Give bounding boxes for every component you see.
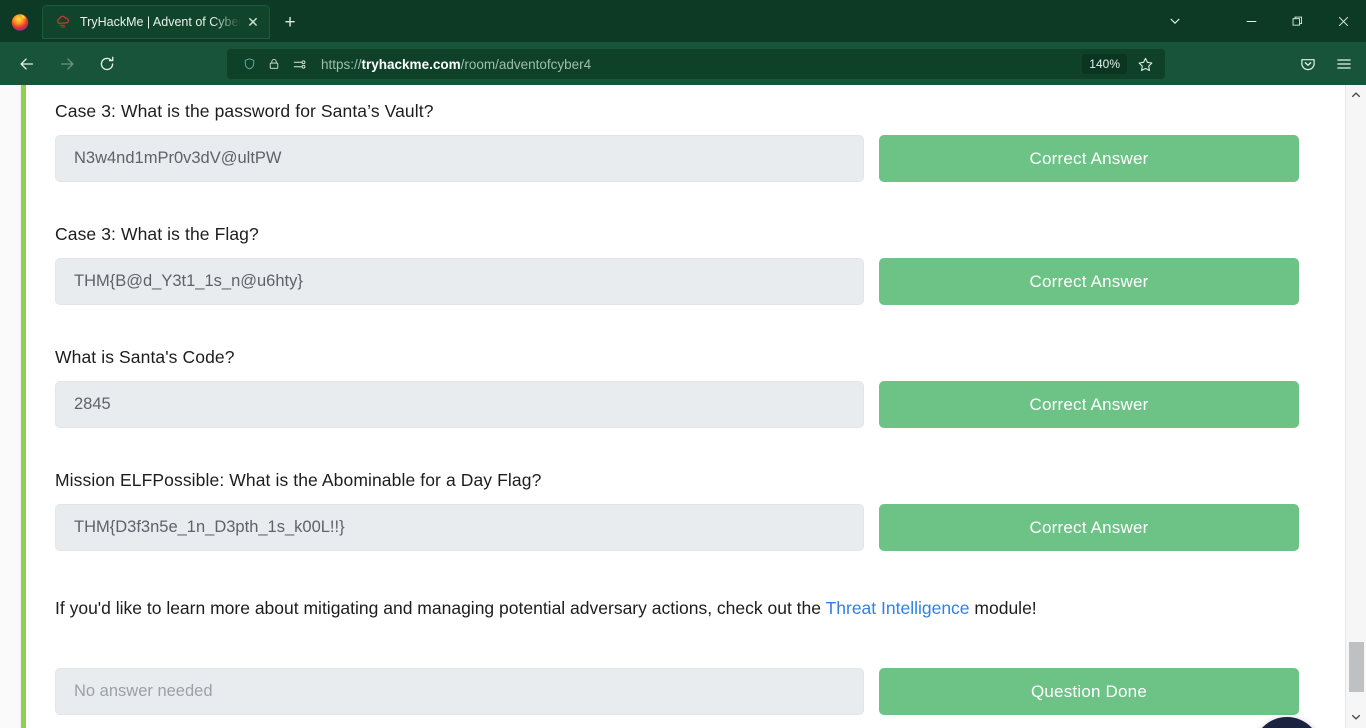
question-title: Mission ELFPossible: What is the Abomina… [55,470,542,490]
answer-submit-button[interactable]: Correct Answer [879,258,1299,305]
forward-button[interactable] [50,48,84,80]
question-block: What is Santa's Code? 2845 Correct Answe… [55,345,1327,428]
star-icon[interactable] [1131,50,1159,78]
question-done-button[interactable]: Question Done [879,668,1299,715]
navigation-toolbar: https://tryhackme.com/room/adventofcyber… [0,42,1366,85]
answer-input[interactable]: THM{D3f3n5e_1n_D3pth_1s_k00L!!} [55,504,864,551]
scrollbar-thumb[interactable] [1349,642,1364,692]
answer-input[interactable]: No answer needed [55,668,864,715]
info-paragraph-before: If you'd like to learn more about mitiga… [55,598,826,618]
url-bar[interactable]: https://tryhackme.com/room/adventofcyber… [227,49,1165,79]
answer-row: THM{D3f3n5e_1n_D3pth_1s_k00L!!} Correct … [55,504,1327,551]
scroll-down-arrow-icon[interactable] [1346,708,1366,726]
question-block: Case 3: What is the Flag? THM{B@d_Y3t1_1… [55,222,1327,305]
hamburger-menu-icon[interactable] [1326,47,1362,80]
tracking-protection-shield-icon[interactable] [239,54,259,74]
window-restore-button[interactable] [1274,0,1320,42]
question-block-final: No answer needed Question Done [55,668,1327,715]
page-scrollbar[interactable] [1345,85,1366,728]
padlock-icon[interactable] [264,54,284,74]
browser-tab-active[interactable]: TryHackMe | Advent of Cyber 20 ✕ [42,5,270,39]
tab-strip: TryHackMe | Advent of Cyber 20 ✕ [42,5,270,39]
question-block: Mission ELFPossible: What is the Abomina… [55,468,1327,551]
answer-row: THM{B@d_Y3t1_1s_n@u6hty} Correct Answer [55,258,1327,305]
url-text[interactable]: https://tryhackme.com/room/adventofcyber… [321,57,1082,72]
tryhackme-favicon-icon [55,14,71,30]
scroll-up-arrow-icon[interactable] [1346,86,1366,104]
tab-close-icon[interactable]: ✕ [243,12,263,32]
page-viewport: Case 3: What is the password for Santa’s… [0,85,1366,728]
answer-input[interactable]: 2845 [55,381,864,428]
tab-bar: TryHackMe | Advent of Cyber 20 ✕ + [0,0,1366,42]
window-close-button[interactable] [1320,0,1366,42]
info-paragraph-after: module! [969,598,1037,618]
answer-submit-button[interactable]: Correct Answer [879,381,1299,428]
zoom-level-indicator[interactable]: 140% [1082,54,1127,74]
question-block: Case 3: What is the password for Santa’s… [55,99,1327,182]
answer-row: 2845 Correct Answer [55,381,1327,428]
browser-tab-title: TryHackMe | Advent of Cyber 20 [80,15,241,29]
answer-submit-button[interactable]: Correct Answer [879,135,1299,182]
question-title: Case 3: What is the password for Santa’s… [55,101,434,121]
firefox-logo-icon [10,12,30,32]
answer-row: No answer needed Question Done [55,668,1327,715]
browser-chrome: TryHackMe | Advent of Cyber 20 ✕ + [0,0,1366,85]
question-title: Case 3: What is the Flag? [55,224,259,244]
question-title: What is Santa's Code? [55,347,235,367]
pocket-icon[interactable] [1290,47,1326,80]
toolbar-right-buttons [1290,47,1362,80]
answer-submit-button[interactable]: Correct Answer [879,504,1299,551]
answer-input[interactable]: N3w4nd1mPr0v3dV@ultPW [55,135,864,182]
answer-row: N3w4nd1mPr0v3dV@ultPW Correct Answer [55,135,1327,182]
back-button[interactable] [10,48,44,80]
site-permissions-icon[interactable] [289,54,309,74]
window-minimize-button[interactable] [1228,0,1274,42]
reload-button[interactable] [90,48,124,80]
info-paragraph: If you'd like to learn more about mitiga… [55,591,1215,625]
page-left-gutter [0,85,21,728]
answer-input[interactable]: THM{B@d_Y3t1_1s_n@u6hty} [55,258,864,305]
new-tab-button[interactable]: + [278,10,302,34]
threat-intelligence-link[interactable]: Threat Intelligence [826,598,970,618]
window-controls [1152,0,1366,42]
room-content-area: Case 3: What is the password for Santa’s… [26,85,1337,728]
list-all-tabs-icon[interactable] [1152,0,1198,42]
